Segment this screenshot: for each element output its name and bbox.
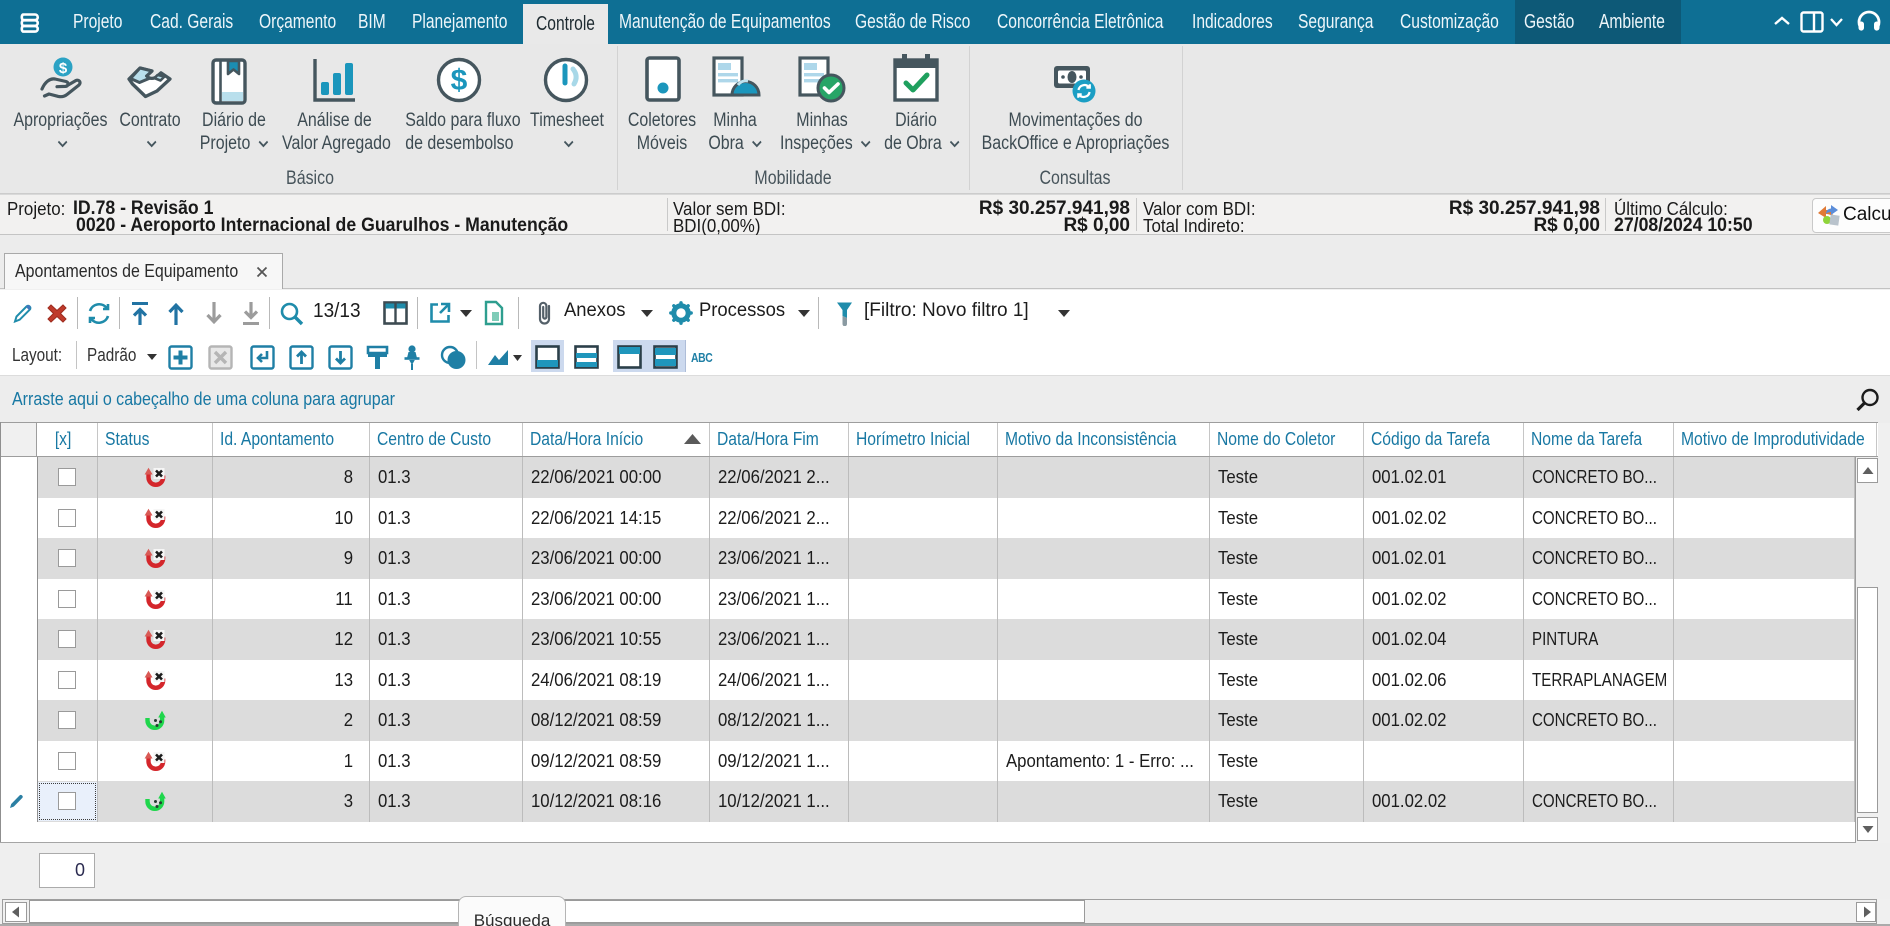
svg-text:$: $	[59, 60, 68, 77]
svg-text:$: $	[451, 64, 468, 97]
